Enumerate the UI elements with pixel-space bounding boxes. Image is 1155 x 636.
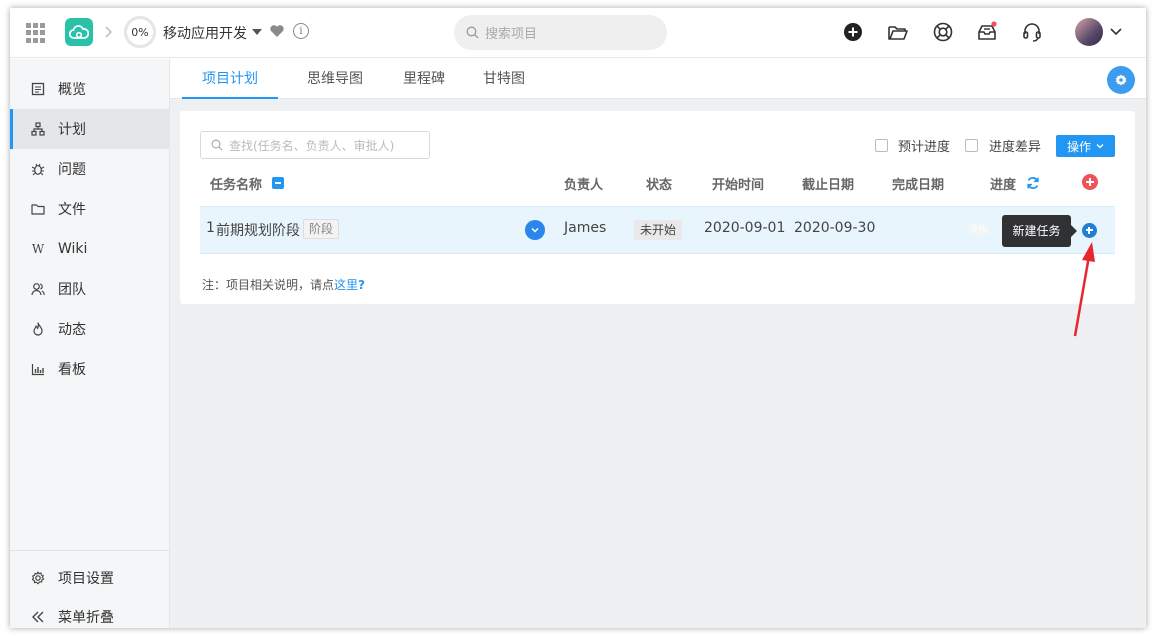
progress-diff-checkbox[interactable] xyxy=(965,139,978,152)
sidebar-item-label: 文件 xyxy=(58,202,86,218)
search-placeholder: 搜索项目 xyxy=(485,27,538,42)
collapse-menu-button[interactable]: 菜单折叠 xyxy=(10,597,169,628)
tab-project-plan[interactable]: 项目计划 xyxy=(182,59,278,99)
header-owner: 负责人 xyxy=(564,178,604,193)
chevron-down-icon[interactable] xyxy=(1109,24,1123,38)
gear-icon xyxy=(30,570,46,586)
sitemap-icon xyxy=(30,121,46,137)
gear-icon xyxy=(1115,74,1127,86)
task-search-placeholder: 查找(任务名、负责人、审批人) xyxy=(229,138,395,153)
estimate-progress-label: 预计进度 xyxy=(898,140,951,155)
sidebar-item-overview[interactable]: 概览 xyxy=(10,69,169,109)
wiki-icon: W xyxy=(31,242,45,256)
folder-icon xyxy=(30,201,46,217)
progress-diff-label: 进度差异 xyxy=(989,140,1042,155)
header-start-time: 开始时间 xyxy=(712,178,765,193)
status-badge[interactable]: 未开始 xyxy=(634,220,683,240)
help-buoy-icon[interactable] xyxy=(932,21,954,43)
project-note: 注：项目相关说明，请点这里? xyxy=(202,276,365,293)
task-progress: 0% xyxy=(968,223,990,236)
tab-mind-map[interactable]: 思维导图 xyxy=(290,59,380,99)
header-complete-date: 完成日期 xyxy=(892,178,945,193)
plan-card: 查找(任务名、负责人、审批人) 预计进度 进度差异 操作 任务名称 负责人 状态… xyxy=(180,111,1135,304)
note-text: 注：项目相关说明，请点 xyxy=(202,278,335,292)
heart-icon[interactable] xyxy=(269,23,285,39)
sidebar-item-label: 看板 xyxy=(58,362,86,378)
task-start-date[interactable]: 2020-09-01 xyxy=(704,220,785,236)
sidebar-divider xyxy=(10,550,169,551)
search-icon xyxy=(466,26,479,39)
header-task-name[interactable]: 任务名称 xyxy=(210,174,262,193)
new-task-tooltip: 新建任务 xyxy=(1002,215,1077,247)
add-circle-icon[interactable] xyxy=(842,21,864,43)
sidebar-item-issues[interactable]: 问题 xyxy=(10,149,169,189)
plan-settings-button[interactable] xyxy=(1107,66,1135,94)
main-content: 项目计划 思维导图 里程碑 甘特图 查找(任务名、负责人、审批人) 预计进度 进… xyxy=(170,59,1146,628)
project-progress-ring: 0% xyxy=(124,16,156,48)
add-task-icon[interactable] xyxy=(1082,223,1097,238)
sidebar-item-board[interactable]: 看板 xyxy=(10,349,169,389)
refresh-icon[interactable] xyxy=(1026,176,1040,190)
header-due-date: 截止日期 xyxy=(802,178,855,193)
apps-grid-icon[interactable] xyxy=(26,23,46,43)
top-bar: 0% 移动应用开发 i 搜索项目 xyxy=(10,8,1146,58)
expand-chevron-icon[interactable] xyxy=(525,220,545,240)
add-stage-icon[interactable] xyxy=(1082,174,1098,190)
task-index: 1 xyxy=(206,220,215,236)
note-help-mark: ? xyxy=(358,278,365,292)
sidebar-item-wiki[interactable]: W Wiki xyxy=(10,229,169,269)
project-settings-button[interactable]: 项目设置 xyxy=(10,558,169,598)
project-settings-label: 项目设置 xyxy=(58,571,114,587)
project-search-input[interactable]: 搜索项目 xyxy=(454,15,667,50)
inbox-notification-icon[interactable] xyxy=(976,21,998,43)
collapse-menu-label: 菜单折叠 xyxy=(58,610,114,626)
task-name[interactable]: 前期规划阶段 xyxy=(216,220,300,240)
bar-chart-icon xyxy=(30,361,46,377)
task-owner[interactable]: James xyxy=(564,220,606,236)
operation-label: 操作 xyxy=(1066,139,1091,154)
bug-icon xyxy=(30,161,46,177)
search-icon xyxy=(211,139,223,151)
sidebar-item-label: 概览 xyxy=(58,82,86,98)
team-icon xyxy=(30,281,46,297)
cloud-logo-icon[interactable] xyxy=(65,18,93,46)
collapse-all-icon[interactable] xyxy=(272,177,284,189)
stage-tag: 阶段 xyxy=(303,219,340,239)
sidebar-item-label: 动态 xyxy=(58,322,86,338)
note-link[interactable]: 这里 xyxy=(334,278,358,292)
sidebar-item-label: Wiki xyxy=(58,241,88,257)
chevron-down-icon xyxy=(1096,144,1104,149)
double-chevron-left-icon xyxy=(30,609,46,625)
folder-open-icon[interactable] xyxy=(887,21,909,43)
sidebar-item-label: 团队 xyxy=(58,282,86,298)
sidebar-item-team[interactable]: 团队 xyxy=(10,269,169,309)
header-status: 状态 xyxy=(646,178,673,193)
header-progress: 进度 xyxy=(990,178,1017,193)
sidebar-item-files[interactable]: 文件 xyxy=(10,189,169,229)
tab-bar: 项目计划 思维导图 里程碑 甘特图 xyxy=(170,59,1146,99)
task-due-date[interactable]: 2020-09-30 xyxy=(794,220,875,236)
user-avatar[interactable] xyxy=(1075,18,1103,46)
info-icon[interactable]: i xyxy=(293,23,309,39)
operation-dropdown-button[interactable]: 操作 xyxy=(1056,135,1115,157)
tab-gantt[interactable]: 甘特图 xyxy=(468,59,540,99)
caret-down-icon[interactable] xyxy=(252,29,262,35)
tab-milestones[interactable]: 里程碑 xyxy=(388,59,460,99)
fire-icon xyxy=(30,321,46,337)
sidebar-item-label: 计划 xyxy=(58,122,86,138)
overview-icon xyxy=(30,81,46,97)
sidebar-item-activity[interactable]: 动态 xyxy=(10,309,169,349)
task-search-input[interactable]: 查找(任务名、负责人、审批人) xyxy=(200,131,430,159)
estimate-progress-checkbox[interactable] xyxy=(875,139,888,152)
project-name[interactable]: 移动应用开发 xyxy=(163,23,247,43)
sidebar: 概览 计划 问题 文件 W Wiki 团队 动态 看板 项目设置 菜单折叠 xyxy=(10,59,170,628)
table-row[interactable]: 1 前期规划阶段 阶段 James 未开始 2020-09-01 2020-09… xyxy=(200,206,1115,254)
chevron-right-icon xyxy=(104,24,118,40)
sidebar-item-label: 问题 xyxy=(58,162,86,178)
app-window: 0% 移动应用开发 i 搜索项目 概览 计划 问题 文件 W Wiki 团队 动… xyxy=(10,8,1146,628)
sidebar-item-plan[interactable]: 计划 xyxy=(10,109,169,149)
headset-icon[interactable] xyxy=(1021,21,1043,43)
